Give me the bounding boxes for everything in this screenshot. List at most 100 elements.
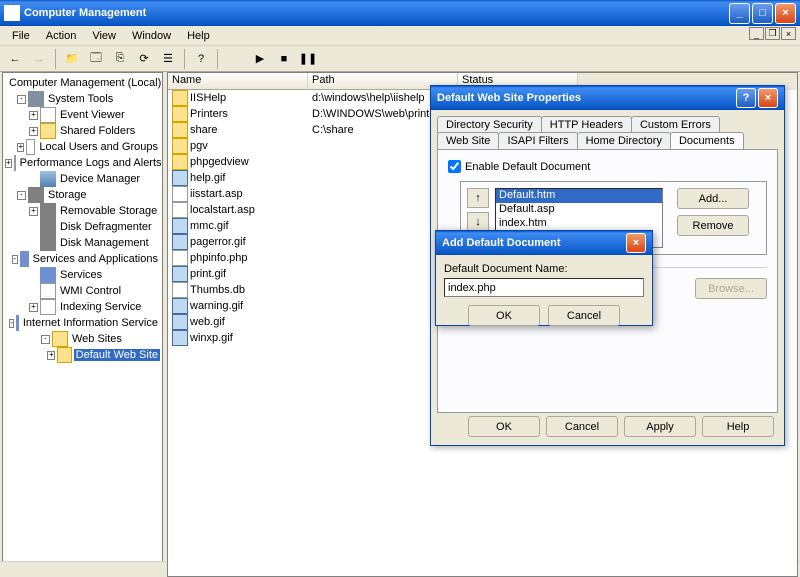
tree-node[interactable]: - Web Sites: [5, 331, 160, 347]
mdi-close-button[interactable]: ×: [781, 27, 796, 40]
cancel-button[interactable]: Cancel: [546, 416, 618, 437]
tree-icon: [28, 187, 44, 203]
ok-button[interactable]: OK: [468, 416, 540, 437]
tree-icon: [40, 299, 56, 315]
tree-icon: [40, 123, 56, 139]
dialog-close-button[interactable]: ×: [758, 88, 778, 108]
add-cancel-button[interactable]: Cancel: [548, 305, 620, 326]
tab-custom-errors[interactable]: Custom Errors: [631, 116, 720, 133]
tree-expander-icon[interactable]: +: [17, 143, 24, 152]
tree-node[interactable]: +Default Web Site: [5, 347, 160, 363]
refresh-button[interactable]: ⟳: [133, 48, 155, 70]
tree-expander-icon[interactable]: -: [41, 335, 50, 344]
maximize-button[interactable]: □: [752, 3, 773, 24]
tab-documents[interactable]: Documents: [670, 132, 744, 149]
doc-list-item[interactable]: Default.asp: [496, 203, 662, 217]
tree-node[interactable]: Services: [5, 267, 160, 283]
file-name: pgv: [190, 140, 208, 152]
tree-node[interactable]: +Performance Logs and Alerts: [5, 155, 160, 171]
move-down-button[interactable]: ↓: [467, 212, 489, 232]
tree-node[interactable]: +Event Viewer: [5, 107, 160, 123]
minimize-button[interactable]: _: [729, 3, 750, 24]
file-icon: [172, 298, 188, 314]
forward-button[interactable]: →: [28, 48, 50, 70]
tree-expander-icon[interactable]: -: [17, 191, 26, 200]
tree-node[interactable]: + Local Users and Groups: [5, 139, 160, 155]
tree-node[interactable]: - Storage: [5, 187, 160, 203]
close-button[interactable]: ×: [775, 3, 796, 24]
window-titlebar: Computer Management _ □ ×: [0, 0, 800, 26]
file-name: IISHelp: [190, 92, 226, 104]
tab-directory-security[interactable]: Directory Security: [437, 116, 542, 133]
tree-expander-icon[interactable]: +: [5, 159, 12, 168]
menu-help[interactable]: Help: [179, 28, 218, 44]
pause-button[interactable]: ❚❚: [297, 48, 319, 70]
file-icon: [172, 170, 188, 186]
tree-pane[interactable]: Computer Management (Local)-System Tools…: [2, 72, 163, 577]
tree-node[interactable]: +Shared Folders: [5, 123, 160, 139]
tree-node[interactable]: Disk Management: [5, 235, 160, 251]
tree-expander-icon[interactable]: -: [9, 319, 14, 328]
tree-node[interactable]: Computer Management (Local): [5, 75, 160, 91]
export-button[interactable]: ⎘: [109, 48, 131, 70]
tree-icon: [40, 107, 56, 123]
dialog-title: Default Web Site Properties: [437, 92, 581, 104]
tree-node[interactable]: +Indexing Service: [5, 299, 160, 315]
enable-default-document-checkbox[interactable]: [448, 160, 461, 173]
add-dialog-close-button[interactable]: ×: [626, 233, 646, 253]
column-header[interactable]: Name: [168, 73, 308, 90]
mdi-restore-button[interactable]: ❐: [765, 27, 780, 40]
mdi-minimize-button[interactable]: _: [749, 27, 764, 40]
back-button[interactable]: ←: [4, 48, 26, 70]
dialog-help-button[interactable]: ?: [736, 88, 756, 108]
tree-expander-icon[interactable]: +: [47, 351, 55, 360]
menu-view[interactable]: View: [84, 28, 124, 44]
list-button[interactable]: ☰: [157, 48, 179, 70]
help-button[interactable]: Help: [702, 416, 774, 437]
tab-home-directory[interactable]: Home Directory: [577, 132, 671, 149]
add-ok-button[interactable]: OK: [468, 305, 540, 326]
file-name: Printers: [190, 108, 228, 120]
add-button[interactable]: Add...: [677, 188, 749, 209]
tree-expander-icon[interactable]: +: [29, 207, 38, 216]
play-button[interactable]: ▶: [249, 48, 271, 70]
apply-button[interactable]: Apply: [624, 416, 696, 437]
properties-button[interactable]: 🗔: [85, 48, 107, 70]
doc-list-item[interactable]: index.htm: [496, 217, 662, 231]
up-button[interactable]: 📁: [61, 48, 83, 70]
tree-expander-icon[interactable]: -: [12, 255, 18, 264]
move-up-button[interactable]: ↑: [467, 188, 489, 208]
file-icon: [172, 90, 188, 106]
tree-node[interactable]: -System Tools: [5, 91, 160, 107]
stop-button[interactable]: ■: [273, 48, 295, 70]
tree-expander-icon[interactable]: -: [17, 95, 26, 104]
tree-expander-icon[interactable]: +: [29, 127, 38, 136]
tree-expander-icon[interactable]: +: [29, 303, 38, 312]
tree-icon: [52, 331, 68, 347]
tree-node[interactable]: -Services and Applications: [5, 251, 160, 267]
remove-button[interactable]: Remove: [677, 215, 749, 236]
tree-node[interactable]: Device Manager: [5, 171, 160, 187]
tree-node[interactable]: -Internet Information Service: [5, 315, 160, 331]
tree-node[interactable]: Disk Defragmenter: [5, 219, 160, 235]
tree-label: Removable Storage: [58, 205, 159, 217]
tree-label: Local Users and Groups: [37, 141, 160, 153]
doc-list-item[interactable]: Default.htm: [496, 189, 662, 203]
tree-label: Web Sites: [70, 333, 124, 345]
help-button[interactable]: ?: [190, 48, 212, 70]
tab-http-headers[interactable]: HTTP Headers: [541, 116, 632, 133]
tree-node[interactable]: + Removable Storage: [5, 203, 160, 219]
tab-web-site[interactable]: Web Site: [437, 132, 499, 149]
menu-window[interactable]: Window: [124, 28, 179, 44]
tree-label: Storage: [46, 189, 89, 201]
document-name-input[interactable]: [444, 278, 644, 297]
menu-file[interactable]: File: [4, 28, 38, 44]
file-icon: [172, 186, 188, 202]
horizontal-scrollbar[interactable]: [2, 561, 163, 577]
add-dialog-titlebar[interactable]: Add Default Document ×: [436, 231, 652, 255]
tree-node[interactable]: WMI Control: [5, 283, 160, 299]
menu-action[interactable]: Action: [38, 28, 85, 44]
tab-isapi-filters[interactable]: ISAPI Filters: [498, 132, 577, 149]
tree-expander-icon[interactable]: +: [29, 111, 38, 120]
dialog-titlebar[interactable]: Default Web Site Properties ? ×: [431, 86, 784, 110]
